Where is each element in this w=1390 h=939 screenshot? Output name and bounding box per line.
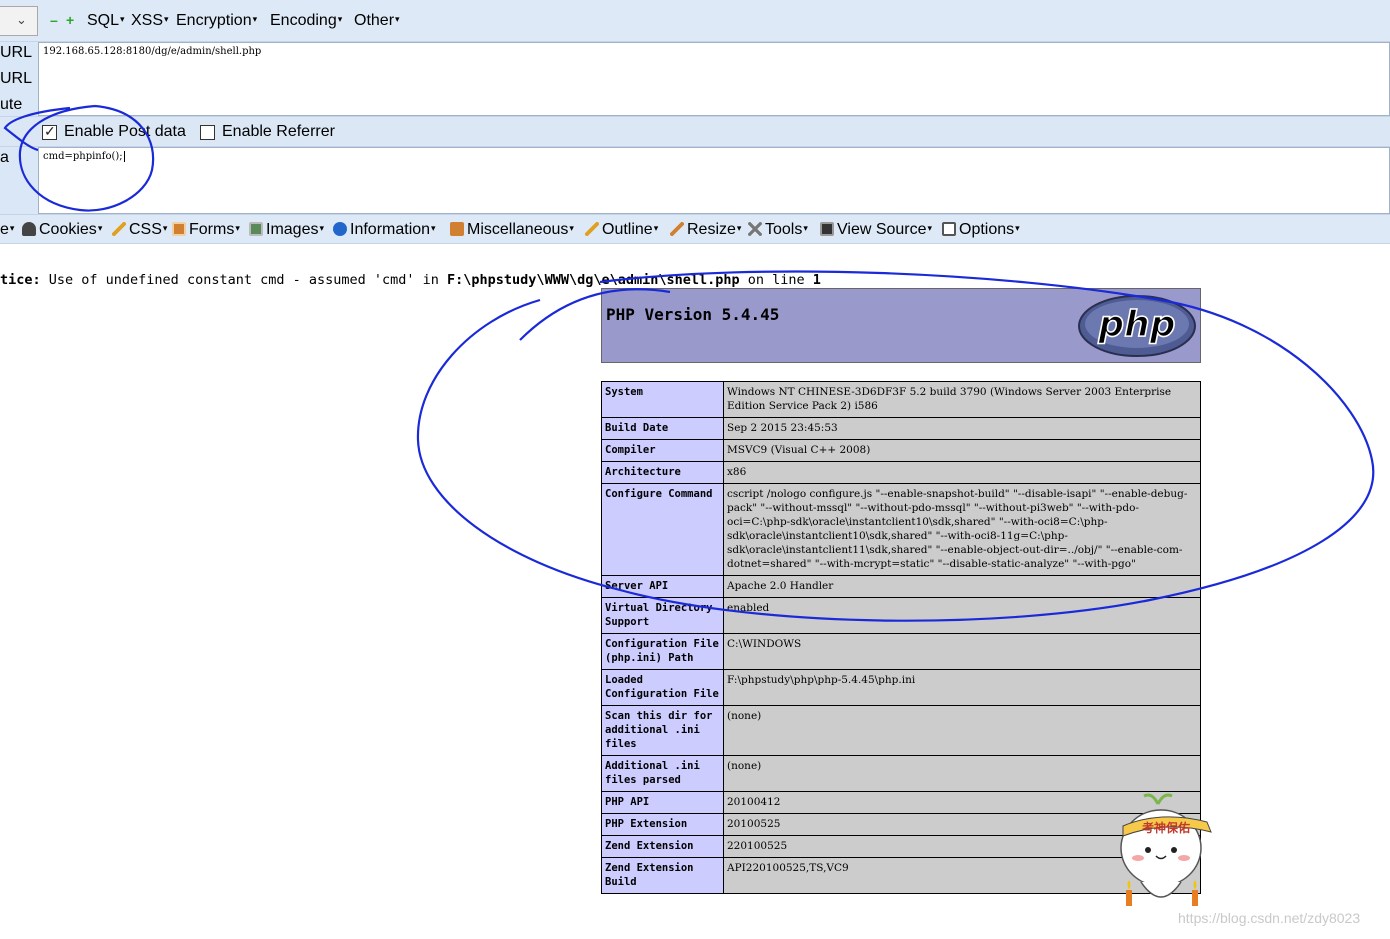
phpinfo-row: System Windows NT CHINESE-3D6DF3F 5.2 bui… xyxy=(601,381,1201,418)
enable-post-checkbox[interactable]: ✓ xyxy=(42,123,57,140)
phpinfo-key: System xyxy=(601,381,724,418)
phpinfo-value: Windows NT CHINESE-3D6DF3F 5.2 build 379… xyxy=(723,381,1201,418)
wd-truncated-item[interactable]: e▾ xyxy=(0,221,14,239)
wd-miscellaneous[interactable]: Miscellaneous▾ xyxy=(450,221,574,239)
phpinfo-header: PHP Version 5.4.45 php xyxy=(601,288,1201,363)
phpinfo-key: Additional .ini files parsed xyxy=(601,755,724,792)
phpinfo-key: Compiler xyxy=(601,439,724,462)
enable-referrer-checkbox[interactable] xyxy=(200,125,215,140)
wd-resize[interactable]: Resize▾ xyxy=(670,221,741,239)
phpinfo-key: Build Date xyxy=(601,417,724,440)
phpinfo-row: Scan this dir for additional .ini files(… xyxy=(601,705,1201,756)
wd-tools[interactable]: Tools▾ xyxy=(748,221,808,239)
check-icon: ✓ xyxy=(44,123,56,139)
wd-options[interactable]: Options▾ xyxy=(942,221,1020,239)
phpinfo-key: Architecture xyxy=(601,461,724,484)
php-logo: php xyxy=(1078,295,1196,357)
wd-images[interactable]: Images▾ xyxy=(249,221,324,239)
image-icon xyxy=(249,222,263,236)
phpinfo-row: Additional .ini files parsed (none) xyxy=(601,755,1201,792)
phpinfo-value: MSVC9 (Visual C++ 2008) xyxy=(723,439,1201,462)
phpinfo-row: Configuration File (php.ini) Path C:\WIND… xyxy=(601,633,1201,670)
phpinfo-key: Virtual Directory Support xyxy=(601,597,724,634)
hackbar-panel: ⌄ – + SQL▾ XSS▾ Encryption▾ Encoding▾ Ot… xyxy=(0,0,1390,244)
phpinfo-key: PHP Extension xyxy=(601,813,724,836)
options-icon xyxy=(942,222,956,236)
post-data-input[interactable]: cmd=phpinfo(); xyxy=(38,147,1390,214)
phpinfo-row: Compiler MSVC9 (Visual C++ 2008) xyxy=(601,439,1201,462)
notice-path: F:\phpstudy\WWW\dg\e\admin\shell.php xyxy=(447,272,740,288)
form-icon xyxy=(172,222,186,236)
phpinfo-row: Server API Apache 2.0 Handler xyxy=(601,575,1201,598)
notice-message: Use of undefined constant cmd - assumed … xyxy=(40,272,448,288)
phpinfo-value: (none) xyxy=(723,755,1201,792)
php-version-title: PHP Version 5.4.45 xyxy=(606,305,780,324)
execute-label[interactable]: ute xyxy=(0,96,22,114)
person-icon xyxy=(22,222,36,236)
load-url-dropdown[interactable]: ⌄ xyxy=(0,6,38,36)
phpinfo-value: C:\WINDOWS xyxy=(723,633,1201,670)
wd-information[interactable]: Information▾ xyxy=(333,221,436,239)
box-icon xyxy=(450,222,464,236)
wd-forms[interactable]: Forms▾ xyxy=(172,221,240,239)
phpinfo-key: Configure Command xyxy=(601,483,724,576)
mascot-sticker: 考神保佑 xyxy=(1120,793,1212,906)
phpinfo-value: Sep 2 2015 23:45:53 xyxy=(723,417,1201,440)
post-data-label: a xyxy=(0,149,9,166)
notice-line-text: on line xyxy=(739,272,813,288)
phpinfo-row: Configure Command cscript /nologo configu… xyxy=(601,483,1201,576)
phpinfo-key: PHP API xyxy=(601,791,724,814)
info-icon xyxy=(333,222,347,236)
phpinfo-key: Server API xyxy=(601,575,724,598)
notice-line: 1 xyxy=(812,272,821,288)
options-row: ✓ Enable Post data Enable Referrer xyxy=(0,116,1390,147)
phpinfo-value: cscript /nologo configure.js "--enable-s… xyxy=(723,483,1201,576)
php-logo-text: php xyxy=(1097,304,1175,345)
post-data-value: cmd=phpinfo(); xyxy=(43,151,123,162)
load-url-label[interactable]: URL xyxy=(0,44,32,62)
phpinfo-row: Virtual Directory Support enabled xyxy=(601,597,1201,634)
menu-other[interactable]: Other▾ xyxy=(354,12,400,30)
phpinfo-key: Zend Extension xyxy=(601,835,724,858)
phpinfo-value: Apache 2.0 Handler xyxy=(723,575,1201,598)
split-url-label[interactable]: URL xyxy=(0,70,32,88)
watermark: https://blog.csdn.net/zdy8023 xyxy=(1178,910,1361,926)
chevron-down-icon: ⌄ xyxy=(16,12,27,27)
resize-icon xyxy=(670,222,684,236)
phpinfo-key: Loaded Configuration File xyxy=(601,669,724,706)
phpinfo-value: x86 xyxy=(723,461,1201,484)
wd-cookies[interactable]: Cookies▾ xyxy=(22,221,102,239)
sticker-headband-text: 考神保佑 xyxy=(1142,820,1190,835)
enable-referrer-label[interactable]: Enable Referrer xyxy=(222,123,335,141)
wd-view-source[interactable]: View Source▾ xyxy=(820,221,932,239)
enable-post-label[interactable]: Enable Post data xyxy=(64,123,186,141)
plus-icon[interactable]: + xyxy=(66,13,74,27)
phpinfo-row: Loaded Configuration File F:\phpstudy\php… xyxy=(601,669,1201,706)
wd-css[interactable]: CSS▾ xyxy=(112,221,167,239)
phpinfo-value: (none) xyxy=(723,705,1201,756)
notice-prefix: tice: xyxy=(0,272,41,288)
pencil-icon xyxy=(585,222,599,236)
menu-encoding[interactable]: Encoding▾ xyxy=(270,12,342,30)
phpinfo-value: enabled xyxy=(723,597,1201,634)
monitor-icon xyxy=(820,222,834,236)
web-developer-toolbar: e▾ Cookies▾ CSS▾ Forms▾ Images▾ Informat… xyxy=(0,214,1390,244)
pencil-icon xyxy=(112,222,126,236)
url-input[interactable]: 192.168.65.128:8180/dg/e/admin/shell.php xyxy=(38,42,1390,116)
phpinfo-key: Configuration File (php.ini) Path xyxy=(601,633,724,670)
minus-icon[interactable]: – xyxy=(50,13,58,27)
menu-sql[interactable]: SQL▾ xyxy=(87,12,125,30)
phpinfo-value: F:\phpstudy\php\php-5.4.45\php.ini xyxy=(723,669,1201,706)
tools-icon xyxy=(748,222,762,236)
phpinfo-row: Architecture x86 xyxy=(601,461,1201,484)
phpinfo-key: Scan this dir for additional .ini files xyxy=(601,705,724,756)
hackbar-menu-bar: ⌄ – + SQL▾ XSS▾ Encryption▾ Encoding▾ Ot… xyxy=(0,0,1390,42)
menu-encryption[interactable]: Encryption▾ xyxy=(176,12,257,30)
wd-outline[interactable]: Outline▾ xyxy=(585,221,658,239)
menu-xss[interactable]: XSS▾ xyxy=(131,12,169,30)
phpinfo-row: Build Date Sep 2 2015 23:45:53 xyxy=(601,417,1201,440)
phpinfo-key: Zend Extension Build xyxy=(601,857,724,894)
php-notice: tice: Use of undefined constant cmd - as… xyxy=(0,272,821,288)
